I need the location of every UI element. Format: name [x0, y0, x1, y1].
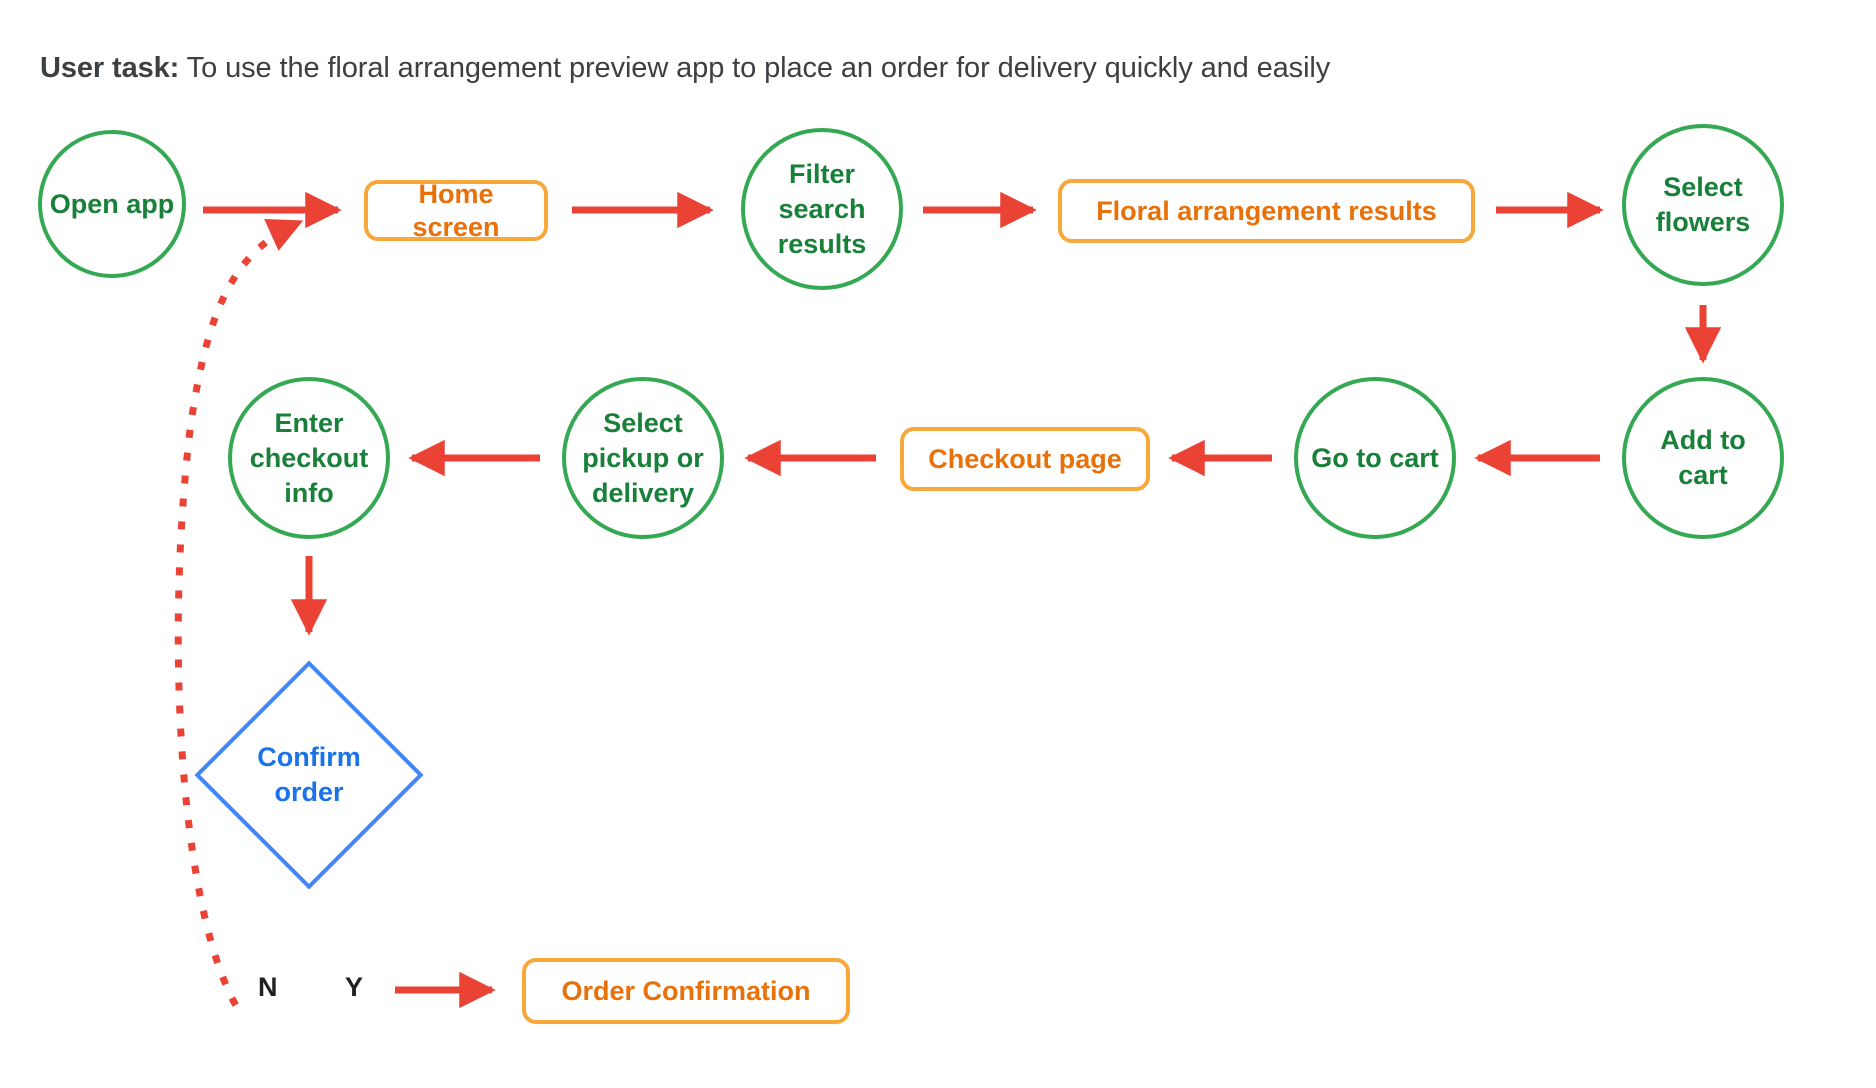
node-select-pickup-or-delivery-label: Select pickup or delivery [582, 407, 704, 508]
node-add-to-cart[interactable]: Add to cart [1622, 377, 1784, 539]
node-home-screen-label: Home screen [412, 178, 500, 242]
node-enter-checkout-info[interactable]: Enter checkout info [228, 377, 390, 539]
node-floral-arrangement-results-label: Floral arrangement results [1096, 195, 1437, 226]
branch-label-yes: Y [345, 972, 364, 1002]
edge-layer [174, 191, 1722, 1009]
node-filter-search-results[interactable]: Filter search results [741, 128, 903, 290]
branch-label-no: N [258, 972, 278, 1002]
node-open-app[interactable]: Open app [38, 130, 186, 278]
node-confirm-order[interactable]: Confirm order [194, 660, 424, 890]
node-select-flowers-label: Select flowers [1655, 172, 1751, 237]
node-filter-search-results-label: Filter search results [777, 158, 867, 259]
node-order-confirmation-label: Order Confirmation [561, 975, 811, 1006]
flowchart-canvas: User task: To use the floral arrangement… [0, 0, 1876, 1088]
node-enter-checkout-info-label: Enter checkout info [249, 407, 369, 508]
node-floral-arrangement-results[interactable]: Floral arrangement results [1058, 179, 1475, 243]
node-checkout-page-label: Checkout page [928, 443, 1122, 474]
user-task-text: To use the floral arrangement preview ap… [179, 52, 1331, 84]
user-task-line: User task: To use the floral arrangement… [40, 48, 1330, 88]
node-checkout-page[interactable]: Checkout page [900, 427, 1150, 491]
node-go-to-cart[interactable]: Go to cart [1294, 377, 1456, 539]
node-order-confirmation[interactable]: Order Confirmation [522, 958, 850, 1024]
node-select-pickup-or-delivery[interactable]: Select pickup or delivery [562, 377, 724, 539]
user-task-label: User task: [40, 52, 180, 84]
node-open-app-label: Open app [49, 188, 175, 219]
node-home-screen[interactable]: Home screen [364, 178, 548, 242]
node-select-flowers[interactable]: Select flowers [1622, 124, 1784, 286]
node-go-to-cart-label: Go to cart [1311, 442, 1439, 473]
confirm-order-diamond-shape [194, 660, 424, 890]
node-add-to-cart-label: Add to cart [1660, 425, 1746, 490]
